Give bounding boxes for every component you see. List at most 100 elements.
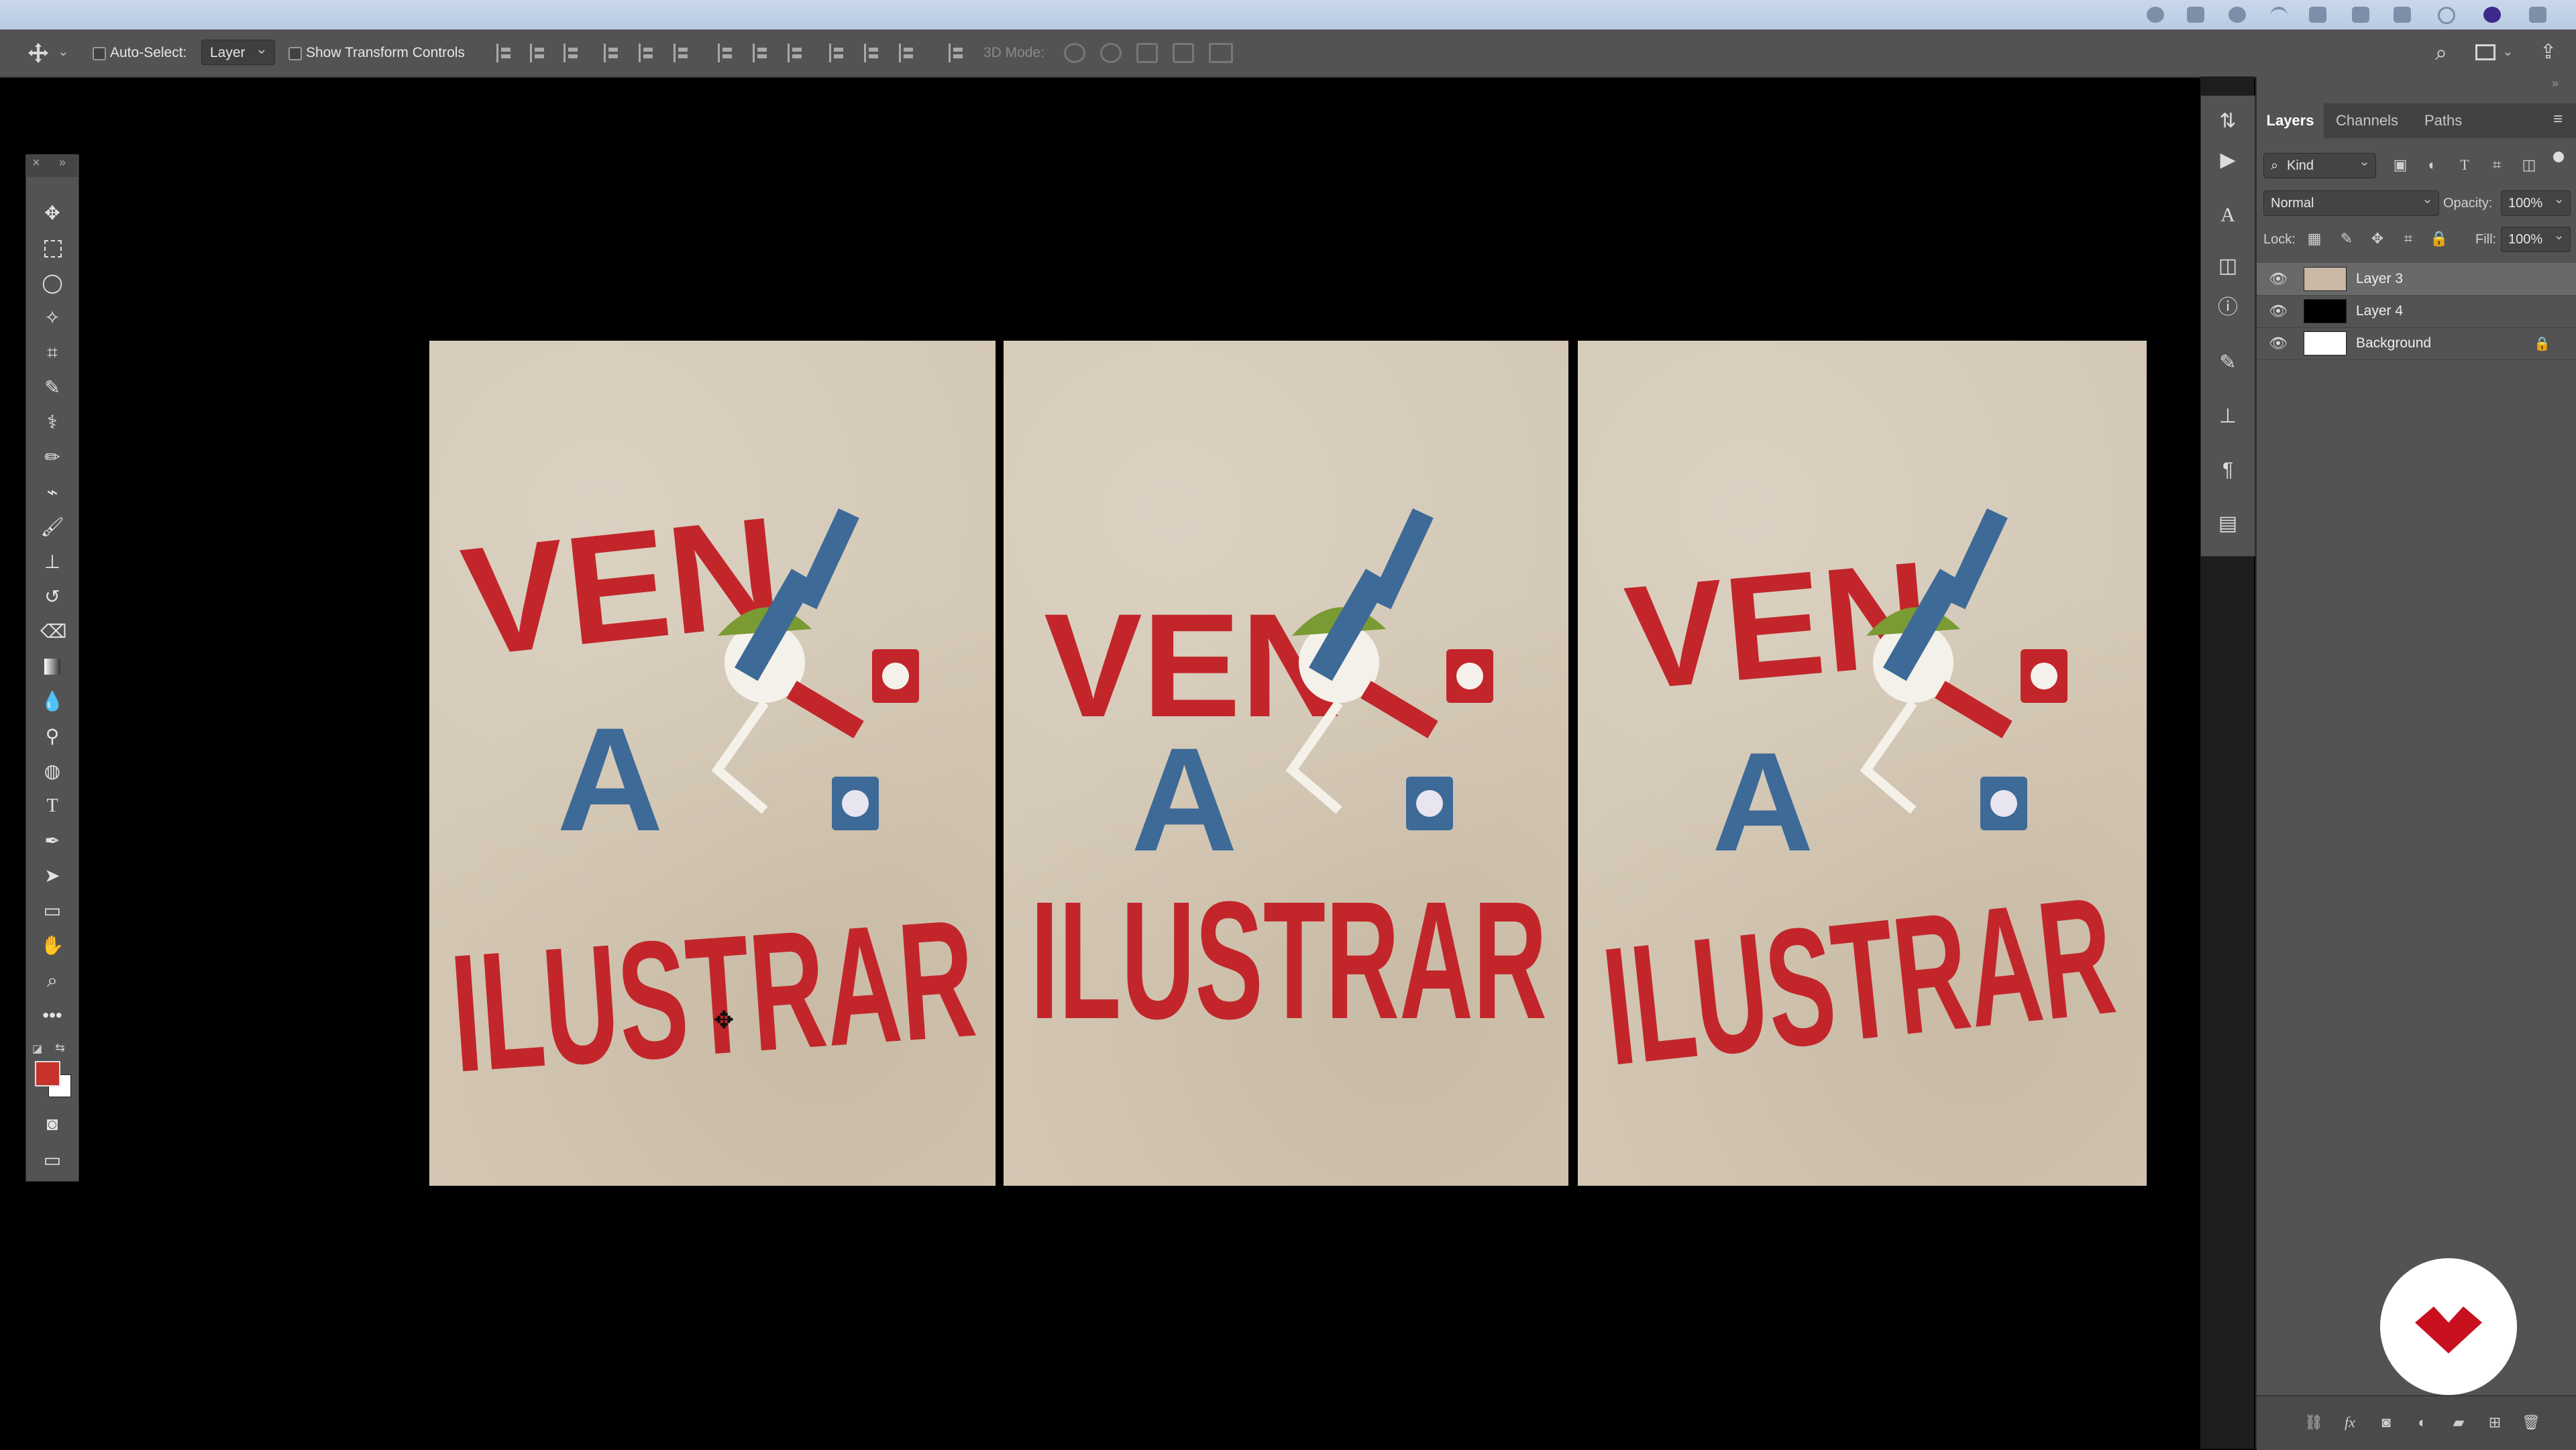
visibility-eye-icon[interactable]: 👁: [2269, 271, 2288, 287]
magic-wand-tool-icon[interactable]: ✧: [40, 306, 64, 330]
history-brush-tool-icon[interactable]: ↺: [40, 585, 64, 609]
path-selection-tool-icon[interactable]: ➤: [40, 864, 64, 888]
show-transform-controls-checkbox[interactable]: [288, 47, 302, 60]
pencil-tool-icon[interactable]: ✏: [40, 445, 64, 469]
new-group-icon[interactable]: ▰: [2449, 1412, 2469, 1433]
edit-toolbar-icon[interactable]: •••: [40, 1003, 64, 1027]
lock-position-icon[interactable]: ✥: [2368, 229, 2387, 248]
eraser-tool-icon[interactable]: ⌫: [40, 620, 67, 644]
layer-style-icon[interactable]: fx: [2340, 1412, 2360, 1433]
siri-icon[interactable]: [2483, 7, 2501, 23]
opacity-field[interactable]: 100%: [2501, 187, 2571, 216]
filter-toggle-icon[interactable]: [2553, 152, 2564, 162]
properties-panel-icon[interactable]: ▤: [2216, 512, 2240, 536]
dodge-tool-icon[interactable]: ⚲: [40, 724, 64, 748]
filter-shape-icon[interactable]: ⌗: [2487, 156, 2506, 174]
panel-menu-icon[interactable]: ≡: [2553, 110, 2563, 129]
brush-tool-icon[interactable]: 🖌: [40, 515, 64, 539]
align-left-icon[interactable]: [604, 44, 622, 62]
move-tool-icon[interactable]: ✥: [40, 201, 64, 225]
new-adjustment-layer-icon[interactable]: ◐: [2412, 1412, 2432, 1433]
display-icon[interactable]: [2187, 7, 2204, 23]
lock-all-icon[interactable]: 🔒: [2430, 229, 2449, 248]
adjustments-panel-icon[interactable]: ◫: [2216, 254, 2240, 278]
collapse-panel-icon[interactable]: »: [2552, 76, 2559, 91]
screen-mirror-icon[interactable]: [2394, 7, 2411, 23]
swap-colors-icon[interactable]: ⇆: [55, 1041, 65, 1055]
tab-channels[interactable]: Channels: [2336, 103, 2398, 138]
search-icon[interactable]: ⌕: [2435, 40, 2447, 66]
sponge-tool-icon[interactable]: ◍: [40, 759, 64, 783]
filter-kind-dropdown[interactable]: ⌕ Kind: [2263, 150, 2376, 178]
type-tool-icon[interactable]: T: [40, 794, 64, 818]
lock-artboard-icon[interactable]: ⌗: [2399, 229, 2418, 248]
quick-mask-icon[interactable]: ◙: [40, 1112, 64, 1136]
control-center-icon[interactable]: [2529, 7, 2546, 23]
tool-preset-chevron-icon[interactable]: ⌄: [58, 43, 69, 60]
distribute-horizontal-center-icon[interactable]: [864, 44, 882, 62]
fill-field[interactable]: 100%: [2501, 223, 2571, 252]
volume-icon[interactable]: [2309, 7, 2326, 23]
visibility-eye-icon[interactable]: 👁: [2269, 303, 2288, 319]
lock-transparent-pixels-icon[interactable]: ▦: [2305, 229, 2324, 248]
workspace-icon[interactable]: [2475, 44, 2496, 60]
auto-align-icon[interactable]: [949, 44, 967, 62]
align-bottom-icon[interactable]: [564, 44, 582, 62]
layer-row-background[interactable]: 👁 Background 🔒: [2257, 327, 2576, 360]
distribute-bottom-icon[interactable]: [788, 44, 806, 62]
filter-pixel-icon[interactable]: ▣: [2391, 156, 2410, 174]
add-mask-icon[interactable]: ◙: [2376, 1412, 2396, 1433]
history-panel-icon[interactable]: ⇅: [2216, 109, 2240, 133]
3d-orbit-icon[interactable]: [1064, 43, 1085, 63]
clone-stamp-tool-icon[interactable]: ⊥: [40, 550, 64, 574]
align-right-icon[interactable]: [674, 44, 692, 62]
info-panel-icon[interactable]: ⓘ: [2216, 296, 2240, 320]
actions-panel-icon[interactable]: ▶: [2216, 148, 2240, 172]
distribute-vertical-center-icon[interactable]: [753, 44, 771, 62]
visibility-eye-icon[interactable]: 👁: [2269, 335, 2288, 351]
gradient-tool-icon[interactable]: [40, 655, 64, 679]
tab-paths[interactable]: Paths: [2424, 103, 2462, 138]
lasso-tool-icon[interactable]: ◯: [40, 271, 64, 295]
filter-type-icon[interactable]: T: [2455, 156, 2474, 174]
blend-mode-dropdown[interactable]: Normal: [2263, 187, 2439, 216]
default-colors-icon[interactable]: ◪: [32, 1042, 42, 1056]
workspace-chevron-icon[interactable]: ⌄: [2502, 43, 2514, 60]
pen-tool-icon[interactable]: ✒: [40, 829, 64, 853]
crop-tool-icon[interactable]: ⌗: [40, 341, 64, 365]
share-icon[interactable]: ⇪: [2540, 40, 2557, 64]
layer-row-layer-3[interactable]: 👁 Layer 3: [2257, 263, 2576, 296]
auto-select-target-dropdown[interactable]: Layer: [201, 36, 275, 65]
lock-image-pixels-icon[interactable]: ✎: [2337, 229, 2356, 248]
creative-cloud-icon[interactable]: [2229, 7, 2246, 23]
blur-tool-icon[interactable]: 💧: [40, 689, 64, 714]
close-panel-icon[interactable]: ×: [32, 156, 40, 171]
filter-adjustment-icon[interactable]: ◐: [2423, 156, 2442, 174]
eyedropper-tool-icon[interactable]: ✎: [40, 376, 64, 400]
align-top-icon[interactable]: [496, 44, 515, 62]
3d-camera-icon[interactable]: [1209, 43, 1233, 63]
distribute-top-icon[interactable]: [718, 44, 736, 62]
color-replacement-tool-icon[interactable]: ⌁: [40, 480, 64, 504]
align-vertical-center-icon[interactable]: [530, 44, 548, 62]
link-layers-icon[interactable]: ⛓: [2304, 1412, 2324, 1433]
character-panel-icon[interactable]: A: [2216, 203, 2240, 227]
align-horizontal-center-icon[interactable]: [639, 44, 657, 62]
zoom-tool-icon[interactable]: ⌕: [40, 968, 64, 993]
delete-layer-icon[interactable]: 🗑: [2521, 1412, 2541, 1433]
new-layer-icon[interactable]: ⊞: [2485, 1412, 2505, 1433]
auto-select-checkbox[interactable]: [93, 47, 106, 60]
tab-layers[interactable]: Layers: [2257, 103, 2324, 138]
move-tool-icon[interactable]: [27, 42, 50, 64]
3d-pan-icon[interactable]: [1136, 43, 1158, 63]
3d-slide-icon[interactable]: [1173, 43, 1194, 63]
record-icon[interactable]: [2147, 7, 2164, 23]
spotlight-search-icon[interactable]: [2438, 7, 2455, 24]
airplay-icon[interactable]: [2352, 7, 2369, 23]
tools-panel-header[interactable]: × »: [25, 154, 78, 177]
distribute-right-icon[interactable]: [899, 44, 917, 62]
wifi-icon[interactable]: [2270, 7, 2288, 25]
rectangular-marquee-tool-icon[interactable]: [40, 236, 64, 260]
3d-roll-icon[interactable]: [1100, 43, 1122, 63]
expand-panel-icon[interactable]: »: [59, 156, 66, 170]
